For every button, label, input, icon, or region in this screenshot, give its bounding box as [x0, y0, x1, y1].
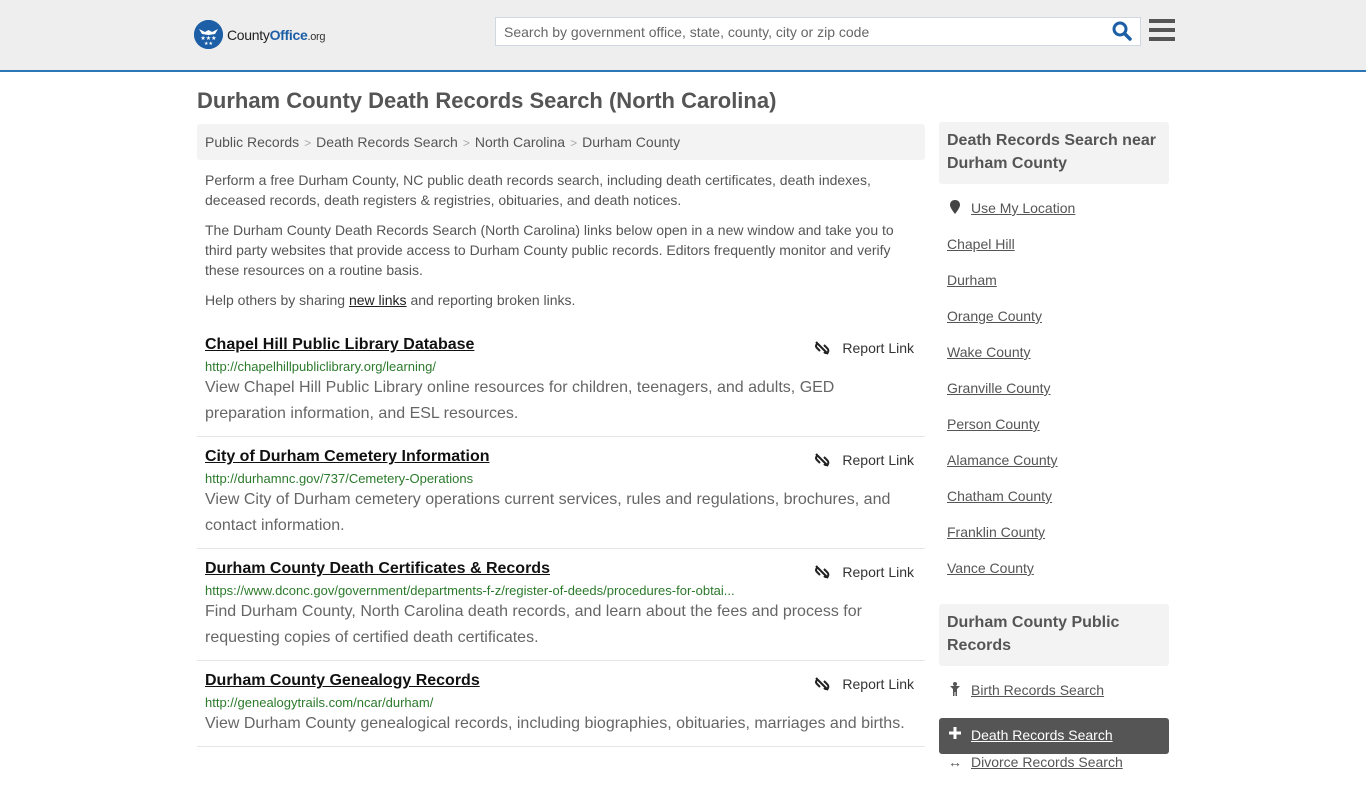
result-item: Chapel Hill Public Library Database Repo…	[197, 325, 925, 437]
nearby-link[interactable]: Vance County	[947, 560, 1034, 576]
nearby-item: Durham	[939, 272, 1169, 308]
nearby-item: Chatham County	[939, 488, 1169, 524]
result-item: Durham County Death Certificates & Recor…	[197, 549, 925, 661]
report-link-button[interactable]: Report Link	[814, 676, 914, 692]
nearby-link[interactable]: Chatham County	[947, 488, 1052, 504]
nearby-heading: Death Records Search near Durham County	[939, 122, 1169, 184]
map-marker-icon	[947, 200, 963, 214]
breadcrumb-item[interactable]: Durham County	[582, 134, 680, 150]
result-title-link[interactable]: Durham County Genealogy Records	[205, 672, 480, 690]
nearby-link[interactable]: Chapel Hill	[947, 236, 1015, 252]
result-url: http://chapelhillpubliclibrary.org/learn…	[205, 359, 436, 374]
logo-wordmark: CountyOffice.org	[227, 26, 326, 43]
eagle-logo-icon: ★★★ ★★	[194, 20, 223, 49]
result-url: https://www.dconc.gov/government/departm…	[205, 583, 735, 598]
nearby-item: Alamance County	[939, 452, 1169, 488]
search-box	[495, 17, 1141, 46]
result-title-link[interactable]: City of Durham Cemetery Information	[205, 448, 489, 466]
use-location-item: Use My Location	[939, 200, 1169, 236]
intro-paragraph: The Durham County Death Records Search (…	[205, 222, 894, 278]
report-link-button[interactable]: Report Link	[814, 452, 914, 468]
breadcrumb-separator: >	[304, 136, 312, 150]
nearby-item: Person County	[939, 416, 1169, 452]
result-item: City of Durham Cemetery Information Repo…	[197, 437, 925, 549]
result-description: View Durham County genealogical records,…	[205, 715, 905, 732]
result-title-link[interactable]: Durham County Death Certificates & Recor…	[205, 560, 550, 578]
breadcrumb-item[interactable]: North Carolina	[475, 134, 565, 150]
public-record-item-active: Death Records Search	[939, 718, 1169, 754]
result-description: View Chapel Hill Public Library online r…	[205, 379, 835, 422]
breadcrumb-item[interactable]: Death Records Search	[316, 134, 458, 150]
nearby-link[interactable]: Franklin County	[947, 524, 1045, 540]
site-header: ★★★ ★★ CountyOffice.org	[0, 0, 1366, 72]
main-content: Public Records > Death Records Search > Nort…	[197, 124, 925, 747]
nearby-item: Chapel Hill	[939, 236, 1169, 272]
breadcrumb: Public Records > Death Records Search > Nort…	[197, 124, 925, 160]
public-record-item: ↔ Divorce Records Search	[939, 754, 1169, 790]
search-input[interactable]	[496, 18, 1096, 45]
child-icon	[947, 682, 963, 696]
page-title: Durham County Death Records Search (Nort…	[197, 88, 777, 113]
public-record-item: Birth Records Search	[939, 682, 1169, 718]
new-links-link[interactable]: new links	[349, 292, 407, 308]
nearby-item: Vance County	[939, 560, 1169, 596]
public-records-list: Birth Records Search Death Records Searc…	[939, 666, 1169, 790]
nearby-item: Granville County	[939, 380, 1169, 416]
nearby-item: Orange County	[939, 308, 1169, 344]
nearby-link[interactable]: Alamance County	[947, 452, 1058, 468]
plus-icon	[947, 727, 963, 739]
report-link-button[interactable]: Report Link	[814, 340, 914, 356]
search-icon	[1112, 21, 1132, 41]
public-records-heading: Durham County Public Records	[939, 604, 1169, 666]
nearby-link[interactable]: Wake County	[947, 344, 1031, 360]
intro-paragraph: Perform a free Durham County, NC public …	[205, 172, 871, 208]
svg-text:★★: ★★	[204, 41, 213, 47]
report-link-button[interactable]: Report Link	[814, 564, 914, 580]
death-records-link[interactable]: Death Records Search	[971, 727, 1113, 743]
intro-text: Perform a free Durham County, NC public …	[197, 170, 925, 310]
hamburger-menu-button[interactable]	[1149, 19, 1175, 41]
broken-link-icon	[815, 677, 830, 691]
result-url: http://durhamnc.gov/737/Cemetery-Operati…	[205, 471, 474, 486]
nearby-link[interactable]: Durham	[947, 272, 997, 288]
result-description: Find Durham County, North Carolina death…	[205, 603, 862, 646]
breadcrumb-item[interactable]: Public Records	[205, 134, 299, 150]
menu-bar	[1149, 19, 1175, 23]
menu-bar	[1149, 28, 1175, 32]
menu-bar	[1149, 37, 1175, 41]
nearby-item: Wake County	[939, 344, 1169, 380]
nearby-link[interactable]: Person County	[947, 416, 1040, 432]
result-url: http://genealogytrails.com/ncar/durham/	[205, 695, 434, 710]
help-paragraph: Help others by sharing new links and rep…	[205, 292, 576, 308]
result-title-link[interactable]: Chapel Hill Public Library Database	[205, 336, 474, 354]
broken-link-icon	[815, 453, 830, 467]
nearby-list: Use My Location Chapel Hill Durham Orang…	[939, 184, 1169, 604]
result-item: Durham County Genealogy Records Report L…	[197, 661, 925, 747]
nearby-link[interactable]: Granville County	[947, 380, 1051, 396]
nearby-link[interactable]: Orange County	[947, 308, 1042, 324]
breadcrumb-separator: >	[570, 136, 578, 150]
sidebar: Death Records Search near Durham County …	[939, 122, 1169, 790]
search-button[interactable]	[1112, 21, 1134, 43]
use-my-location-link[interactable]: Use My Location	[971, 200, 1075, 216]
site-logo[interactable]: ★★★ ★★ CountyOffice.org	[194, 20, 326, 49]
birth-records-link[interactable]: Birth Records Search	[971, 682, 1104, 698]
result-description: View City of Durham cemetery operations …	[205, 491, 891, 534]
broken-link-icon	[815, 341, 830, 355]
broken-link-icon	[815, 565, 830, 579]
breadcrumb-separator: >	[462, 136, 470, 150]
nearby-item: Franklin County	[939, 524, 1169, 560]
